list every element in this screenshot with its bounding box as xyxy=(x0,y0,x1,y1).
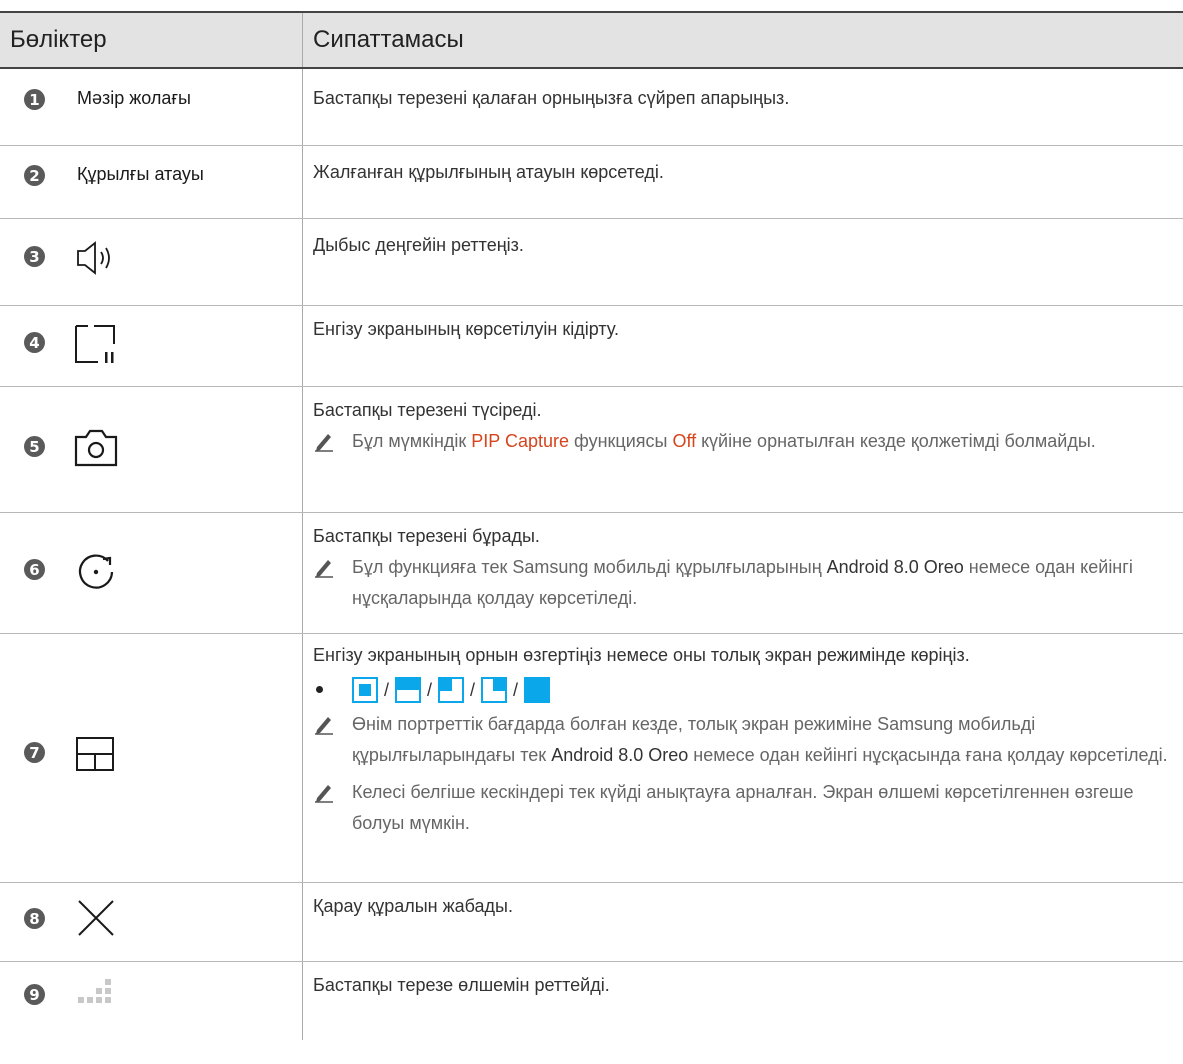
row-description: Енгізу экранының орнын өзгертіңіз немесе… xyxy=(313,640,1177,839)
column-divider xyxy=(302,634,303,882)
row-description: Бастапқы терезе өлшемін реттейді. xyxy=(313,975,610,995)
column-divider xyxy=(302,883,303,961)
emphasis-android-version: Android 8.0 Oreo xyxy=(826,557,964,577)
row-description: Бастапқы терезені қалаған орныңызға сүйр… xyxy=(313,88,790,108)
row-description: Қарау құралын жабады. xyxy=(313,896,513,916)
note: Өнім портреттік бағдарда болған кезде, т… xyxy=(313,709,1177,771)
pencil-note-icon xyxy=(315,434,333,452)
close-icon xyxy=(78,900,114,936)
table-row: 6 Бастапқы терезені бұрады. Бұл функцияғ… xyxy=(0,513,1183,634)
row-number-badge: 7 xyxy=(24,742,45,763)
row-description-text: Бастапқы терезені бұрады. xyxy=(313,526,540,546)
table-row: 5 Бастапқы терезені түсіреді. Бұл мүмкін… xyxy=(0,387,1183,513)
column-divider xyxy=(302,69,303,145)
part-name: Құрылғы атауы xyxy=(77,164,204,184)
column-divider xyxy=(302,219,303,305)
row-number-badge: 1 xyxy=(24,89,45,110)
row-description: Енгізу экранының көрсетілуін кідірту. xyxy=(313,319,619,339)
table-row: 9 Бастапқы терезе өлшемін реттейді. xyxy=(0,962,1183,1040)
column-divider xyxy=(302,146,303,218)
column-divider xyxy=(302,306,303,386)
table-row: 7 Енгізу экранының орнын өзгертіңіз неме… xyxy=(0,634,1183,883)
position-top-icon xyxy=(395,677,422,703)
pencil-note-icon xyxy=(315,785,333,803)
row-number-badge: 6 xyxy=(24,559,45,580)
column-divider xyxy=(302,387,303,512)
position-options: / / / / xyxy=(313,671,1177,709)
column-header-description: Сипаттамасы xyxy=(313,26,464,53)
layout-icon xyxy=(76,737,114,771)
volume-icon xyxy=(77,241,110,275)
table-row: 2 Құрылғы атауы Жалғанған құрылғының ата… xyxy=(0,146,1183,219)
row-description: Жалғанған құрылғының атауын көрсетеді. xyxy=(313,162,664,182)
bullet xyxy=(316,686,323,693)
row-number-badge: 2 xyxy=(24,165,45,186)
pencil-note-icon xyxy=(315,717,333,735)
table-row: 3 Дыбыс деңгейін реттеңіз. xyxy=(0,219,1183,306)
row-description: Бастапқы терезені түсіреді. Бұл мүмкінді… xyxy=(313,395,1177,457)
pause-screen-icon xyxy=(75,325,115,363)
row-number-badge: 3 xyxy=(24,246,45,267)
note: Бұл мүмкіндік PIP Capture функциясы Off … xyxy=(313,426,1177,457)
row-number-badge: 5 xyxy=(24,436,45,457)
column-divider xyxy=(302,13,303,67)
row-description: Бастапқы терезені бұрады. Бұл функцияға … xyxy=(313,521,1177,614)
position-top-left-icon xyxy=(438,677,465,703)
resize-handle-icon xyxy=(78,979,111,1003)
row-description: Дыбыс деңгейін реттеңіз. xyxy=(313,235,524,255)
row-number-badge: 4 xyxy=(24,332,45,353)
emphasis-android-version: Android 8.0 Oreo xyxy=(551,745,689,765)
row-description-text: Енгізу экранының орнын өзгертіңіз немесе… xyxy=(313,645,970,665)
row-description-text: Бастапқы терезені түсіреді. xyxy=(313,400,542,420)
column-divider xyxy=(302,962,303,1040)
camera-icon xyxy=(74,429,118,467)
position-center-icon xyxy=(352,677,378,703)
position-top-right-icon xyxy=(481,677,508,703)
emphasis-off: Off xyxy=(672,431,697,451)
part-name: Мәзір жолағы xyxy=(77,88,191,108)
pencil-note-icon xyxy=(315,560,333,578)
column-divider xyxy=(302,513,303,633)
table-header: Бөліктер Сипаттамасы xyxy=(0,11,1183,69)
row-number-badge: 8 xyxy=(24,908,45,929)
table-row: 8 Қарау құралын жабады. xyxy=(0,883,1183,962)
note: Келесі белгіше кескіндері тек күйді анық… xyxy=(313,777,1177,839)
position-full-icon xyxy=(524,677,551,703)
table-row: 1 Мәзір жолағы Бастапқы терезені қалаған… xyxy=(0,69,1183,146)
column-header-parts: Бөліктер xyxy=(10,26,107,53)
parts-table: Бөліктер Сипаттамасы 1 Мәзір жолағы Баст… xyxy=(0,11,1183,1040)
table-row: 4 Енгізу экранының көрсетілуін кідірту. xyxy=(0,306,1183,387)
note: Бұл функцияға тек Samsung мобильді құрыл… xyxy=(313,552,1177,614)
row-number-badge: 9 xyxy=(24,984,45,1005)
emphasis-pip-capture: PIP Capture xyxy=(471,431,569,451)
rotate-icon xyxy=(78,554,114,589)
